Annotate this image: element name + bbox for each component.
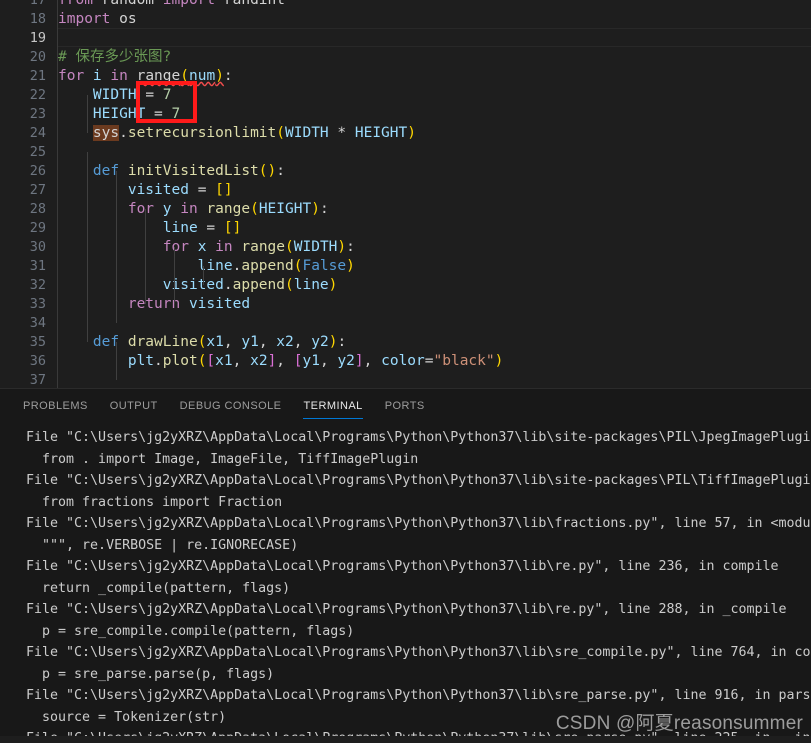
line-content: # 保存多少张图?	[58, 49, 172, 65]
line-content: def drawLine(x1, y1, x2, y2):	[92, 334, 347, 350]
terminal-line: File "C:\Users\jg2yXRZ\AppData\Local\Pro…	[0, 728, 811, 736]
code-line[interactable]: 37	[0, 371, 811, 388]
line-content: sys.setrecursionlimit(WIDTH * HEIGHT)	[92, 125, 416, 141]
line-number: 29	[29, 220, 46, 236]
code-line[interactable]: 31 line.append(False)	[0, 257, 811, 276]
code-editor[interactable]: 17 from random import randint 18 import os 1…	[0, 0, 811, 388]
line-number: 36	[29, 353, 46, 369]
line-number: 17	[29, 0, 46, 8]
terminal-line: File "C:\Users\jg2yXRZ\AppData\Local\Pro…	[26, 473, 811, 488]
line-number: 22	[29, 87, 46, 103]
line-number: 26	[29, 163, 46, 179]
line-content: plt.plot([x1, x2], [y1, y2], color="blac…	[58, 353, 504, 369]
terminal-line: from . import Image, ImageFile, TiffImag…	[10, 451, 419, 467]
code-line[interactable]: 23 HEIGHT = 7	[0, 105, 811, 124]
code-line[interactable]: 20 # 保存多少张图?	[0, 48, 811, 67]
line-number: 19	[29, 30, 46, 46]
line-content: for i in range(num):	[58, 68, 233, 84]
code-line[interactable]: 22 WIDTH = 7	[0, 86, 811, 105]
line-content: def initVisitedList():	[92, 163, 285, 179]
indent-guide	[203, 266, 204, 285]
code-line[interactable]: 32 visited.append(line)	[0, 276, 811, 295]
panel-tab-output[interactable]: OUTPUT	[99, 389, 169, 423]
line-content: for x in range(WIDTH):	[162, 239, 355, 255]
line-number: 30	[29, 239, 46, 255]
line-number: 34	[29, 315, 46, 331]
terminal-line: File "C:\Users\jg2yXRZ\AppData\Local\Pro…	[10, 516, 811, 531]
line-number: 21	[29, 68, 46, 84]
code-line[interactable]: 29 line = []	[0, 219, 811, 238]
code-line[interactable]: 17 from random import randint	[0, 0, 811, 10]
vscode-window: 17 from random import randint 18 import os 1…	[0, 0, 811, 743]
code-line[interactable]: 19	[0, 29, 811, 48]
code-line[interactable]: 21 for i in range(num):	[0, 67, 811, 86]
line-content: WIDTH = 7	[58, 87, 172, 103]
line-number: 25	[29, 144, 46, 160]
panel-tab-debug-console[interactable]: DEBUG CONSOLE	[169, 389, 293, 423]
indent-guide	[116, 342, 117, 380]
line-content: HEIGHT = 7	[58, 106, 181, 122]
code-line[interactable]: 18 import os	[0, 10, 811, 29]
code-line[interactable]: 27 visited = []	[0, 181, 811, 200]
panel-tab-bar[interactable]: PROBLEMS OUTPUT DEBUG CONSOLE TERMINAL PORTS	[0, 389, 811, 423]
terminal-line: from fractions import Fraction	[10, 494, 283, 510]
code-line[interactable]: 26 def initVisitedList():	[0, 162, 811, 181]
panel-tab-ports[interactable]: PORTS	[374, 389, 436, 423]
line-content: for y in range(HEIGHT):	[127, 201, 329, 217]
code-line[interactable]: 34	[0, 314, 811, 333]
line-number: 33	[29, 296, 46, 312]
line-number: 27	[29, 182, 46, 198]
code-line[interactable]: 30 for x in range(WIDTH):	[0, 238, 811, 257]
terminal-line: File "C:\Users\jg2yXRZ\AppData\Local\Pro…	[10, 688, 811, 703]
indent-guide	[87, 95, 88, 133]
terminal-output[interactable]: File "C:\Users\jg2yXRZ\AppData\Local\Pro…	[0, 423, 811, 736]
code-line[interactable]: 24 sys.setrecursionlimit(WIDTH * HEIGHT)	[0, 124, 811, 143]
code-line[interactable]: 28 for y in range(HEIGHT):	[0, 200, 811, 219]
terminal-line: return _compile(pattern, flags)	[10, 580, 291, 596]
line-number: 18	[29, 11, 46, 27]
line-number: 23	[29, 106, 46, 122]
bottom-panel: PROBLEMS OUTPUT DEBUG CONSOLE TERMINAL PORTS…	[0, 388, 811, 736]
panel-tab-terminal[interactable]: TERMINAL	[292, 389, 373, 423]
indent-guide	[174, 247, 175, 304]
line-content: from random import randint	[58, 0, 285, 8]
terminal-line: p = sre_compile.compile(pattern, flags)	[10, 623, 355, 639]
line-number: 28	[29, 201, 46, 217]
code-line[interactable]: 25	[0, 143, 811, 162]
line-number: 20	[29, 49, 46, 65]
line-number: 31	[29, 258, 46, 274]
terminal-lines: File "C:\Users\jg2yXRZ\AppData\Local\Pro…	[0, 427, 811, 736]
line-content: visited.append(line)	[58, 277, 338, 293]
terminal-line: File "C:\Users\jg2yXRZ\AppData\Local\Pro…	[10, 559, 779, 574]
line-number: 37	[29, 372, 46, 388]
line-content: visited = []	[58, 182, 233, 198]
code-line[interactable]: 36 plt.plot([x1, x2], [y1, y2], color="b…	[0, 352, 811, 371]
indent-guide	[87, 152, 88, 342]
line-number: 24	[29, 125, 46, 141]
indent-guide	[145, 209, 146, 304]
status-bar	[0, 736, 811, 743]
line-content: import os	[58, 11, 137, 27]
panel-tab-problems[interactable]: PROBLEMS	[12, 389, 99, 423]
terminal-line: File "C:\Users\jg2yXRZ\AppData\Local\Pro…	[10, 602, 787, 617]
terminal-line: File "C:\Users\jg2yXRZ\AppData\Local\Pro…	[10, 645, 811, 660]
terminal-line: File "C:\Users\jg2yXRZ\AppData\Local\Pro…	[26, 430, 811, 445]
indent-guide	[116, 171, 117, 323]
line-content: line = []	[58, 220, 242, 236]
code-lines[interactable]: 17 from random import randint 18 import os 1…	[0, 0, 811, 388]
terminal-line: source = Tokenizer(str)	[10, 709, 227, 725]
code-line[interactable]: 33 return visited	[0, 295, 811, 314]
terminal-line: """, re.VERBOSE | re.IGNORECASE)	[10, 537, 299, 553]
line-number: 32	[29, 277, 46, 293]
line-number: 35	[29, 334, 46, 350]
terminal-line: p = sre_parse.parse(p, flags)	[10, 666, 275, 682]
code-line[interactable]: 35 def drawLine(x1, y1, x2, y2):	[0, 333, 811, 352]
line-content: line.append(False)	[197, 258, 355, 274]
